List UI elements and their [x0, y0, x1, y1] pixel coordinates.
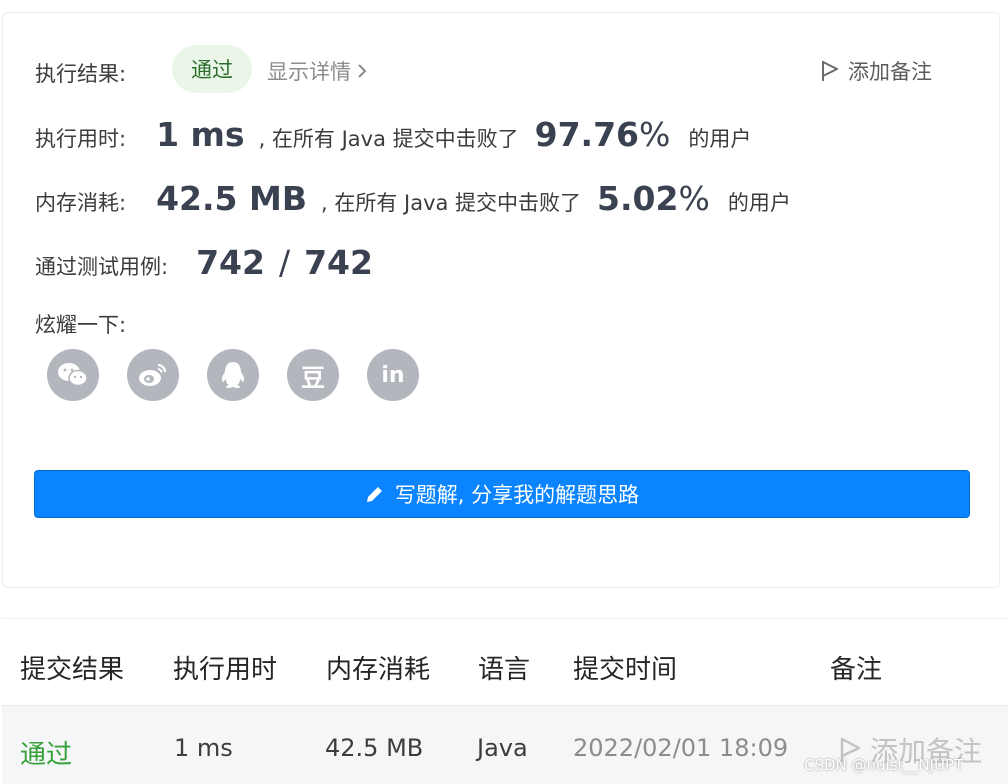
memory-percent: 5.02	[597, 179, 679, 218]
watermark: CSDN @nuist__NJUPT	[804, 756, 964, 774]
runtime-label: 执行用时:	[35, 127, 127, 151]
memory-suffix: 的用户	[727, 191, 791, 215]
tests-label: 通过测试用例:	[35, 255, 169, 279]
memory-percent-sign: %	[678, 179, 710, 218]
tests-row: 通过测试用例: 742 / 742	[35, 243, 373, 282]
add-note-button[interactable]: 添加备注	[820, 56, 932, 86]
share-label: 炫耀一下:	[35, 313, 127, 337]
write-solution-button[interactable]: 写题解, 分享我的解题思路	[34, 470, 970, 518]
pencil-icon	[366, 485, 384, 502]
header-status: 提交结果	[20, 655, 125, 685]
memory-label: 内存消耗:	[35, 191, 127, 215]
write-solution-label: 写题解, 分享我的解题思路	[394, 483, 640, 507]
weibo-icon	[139, 363, 167, 386]
chevron-right-icon	[358, 64, 367, 78]
share-qq-button[interactable]	[207, 349, 259, 401]
header-submit-time: 提交时间	[573, 655, 678, 685]
show-details-link[interactable]: 显示详情	[267, 56, 367, 86]
memory-value: 42.5 MB	[156, 179, 307, 218]
row-submit-time: 2022/02/01 18:09	[573, 734, 789, 762]
row-runtime: 1 ms	[174, 734, 233, 762]
table-header: 提交结果 执行用时 内存消耗 语言 提交时间 备注	[2, 618, 1008, 706]
memory-row: 内存消耗: 42.5 MB , 在所有 Java 提交中击败了 5.02 % 的…	[35, 179, 791, 218]
share-buttons: 豆 in	[47, 349, 419, 401]
tests-separator: /	[278, 243, 291, 282]
row-memory: 42.5 MB	[325, 734, 424, 762]
add-note-label: 添加备注	[848, 60, 932, 84]
show-details-label: 显示详情	[267, 60, 351, 84]
header-runtime: 执行用时	[173, 655, 278, 685]
result-card: 执行结果: 通过 显示详情 添加备注 执行用时: 1 ms , 在所有 Java…	[2, 12, 1000, 588]
result-label: 执行结果:	[35, 62, 127, 86]
runtime-row: 执行用时: 1 ms , 在所有 Java 提交中击败了 97.76 % 的用户	[35, 115, 751, 154]
row-status-link[interactable]: 通过	[20, 734, 72, 771]
runtime-value: 1 ms	[156, 115, 245, 154]
tests-passed: 742	[196, 243, 265, 282]
header-language: 语言	[478, 655, 531, 685]
header-memory: 内存消耗	[326, 655, 431, 685]
share-row-label: 炫耀一下:	[35, 309, 126, 339]
qq-icon	[221, 362, 245, 388]
douban-icon: 豆	[301, 363, 325, 392]
wechat-icon	[58, 363, 88, 387]
share-linkedin-button[interactable]: in	[367, 349, 419, 401]
row-language: Java	[477, 734, 528, 762]
memory-prefix: , 在所有 Java 提交中击败了	[320, 191, 582, 215]
linkedin-icon: in	[381, 362, 405, 388]
share-wechat-button[interactable]	[47, 349, 99, 401]
result-row: 执行结果:	[35, 58, 126, 88]
tests-total: 742	[304, 243, 373, 282]
status-badge: 通过	[172, 45, 252, 93]
header-note: 备注	[830, 655, 883, 685]
flag-icon	[822, 61, 838, 81]
runtime-prefix: , 在所有 Java 提交中击败了	[258, 127, 519, 151]
runtime-percent: 97.76	[534, 115, 640, 154]
runtime-percent-sign: %	[639, 115, 671, 154]
share-weibo-button[interactable]	[127, 349, 179, 401]
runtime-suffix: 的用户	[688, 127, 752, 151]
share-douban-button[interactable]: 豆	[287, 349, 339, 401]
